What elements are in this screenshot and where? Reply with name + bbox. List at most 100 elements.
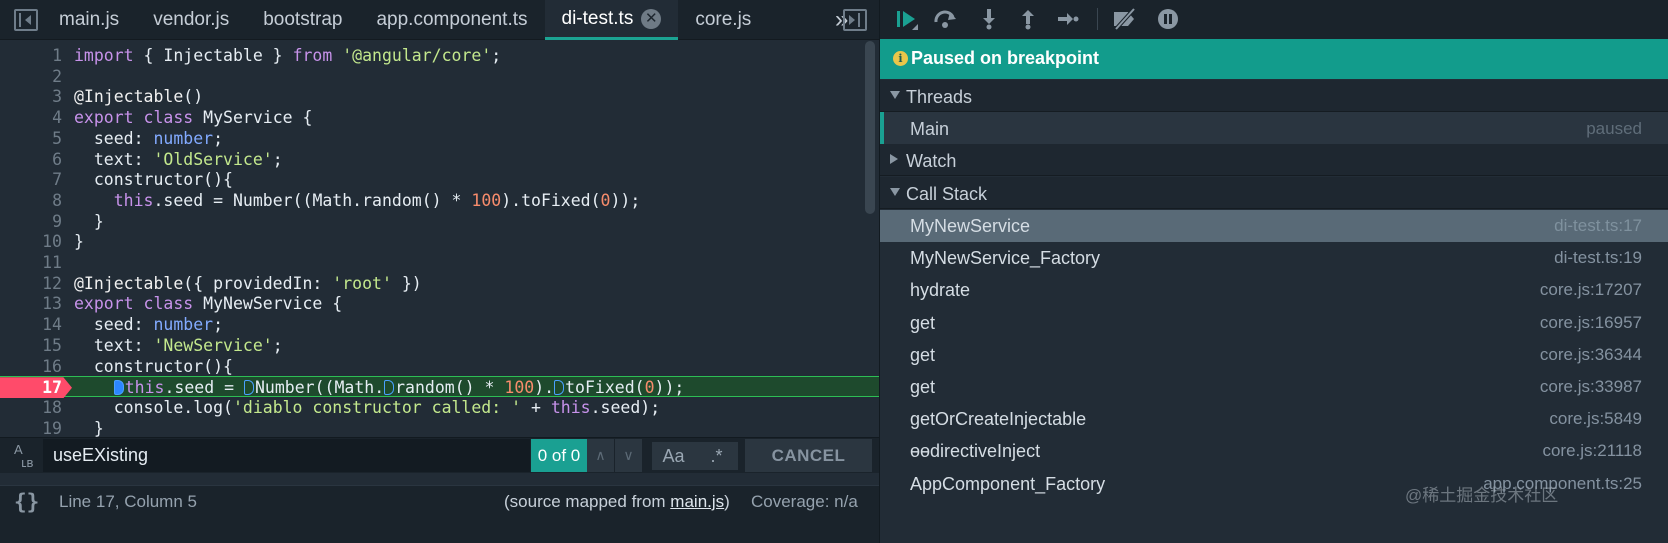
editor-tab[interactable]: main.js [42,0,136,40]
search-input[interactable] [43,439,530,472]
search-next-button[interactable]: ∨ [615,439,642,472]
code-line[interactable]: 5 seed: number; [0,128,920,149]
line-number[interactable]: 5 [0,128,62,149]
line-number[interactable]: 18 [0,397,62,418]
code-line[interactable]: 12 @Injectable({ providedIn: 'root' }) [0,273,920,294]
editor-tab-label: vendor.js [153,9,230,30]
line-number[interactable]: 16 [0,356,62,377]
line-number[interactable]: 8 [0,190,62,211]
thread-name: Main [910,119,950,139]
line-code: console.log('diablo constructor called: … [74,397,661,417]
code-line[interactable]: 4 export class MyService { [0,107,920,128]
editor-tab[interactable]: bootstrap [246,0,359,40]
frame-location: core.js:33987 [1539,377,1642,396]
step-out-icon[interactable] [1017,8,1039,30]
frame-function-name: AppComponent_Factory [910,473,1106,494]
line-number[interactable]: 11 [0,252,62,273]
call-stack-frame[interactable]: get core.js:16957 [880,307,1668,339]
code-line[interactable]: 19 } [0,418,920,439]
search-cancel-button[interactable]: CANCEL [745,439,872,472]
editor-status-bar: {} Line 17, Column 5 (source mapped from… [0,485,935,543]
source-map-link[interactable]: main.js [670,492,724,511]
pause-on-exceptions-icon[interactable] [1157,8,1179,30]
toggle-debugger-panel-icon[interactable] [843,9,867,31]
collapsed-caret-icon [890,154,898,164]
code-line[interactable]: 10} [0,231,920,252]
info-icon: i [893,51,908,66]
line-number[interactable]: 3 [0,86,62,107]
line-number[interactable]: 10 [0,231,62,252]
source-map-prefix: (source mapped from [504,492,671,511]
frame-location: core.js:16957 [1539,312,1642,332]
search-modifier-icon[interactable]: A ʟʙ [14,443,33,469]
thread-item-main[interactable]: Main paused [880,112,1668,144]
call-stack-frame[interactable]: MyNewService_Factory di-test.ts:19 [880,242,1668,274]
line-number[interactable]: 14 [0,314,62,335]
line-code: this.seed = Number((Math.random() * 100)… [74,377,684,398]
code-line[interactable]: 2 [0,66,920,87]
editor-tab-label: bootstrap [263,9,343,30]
call-stack-frame[interactable]: getOrCreateInjectable core.js:5849 [880,403,1668,435]
editor-tab[interactable]: vendor.js [136,0,246,40]
code-line-current[interactable]: 17 this.seed = Number((Math. random() * 1… [0,376,920,399]
code-line[interactable]: 6 text: 'OldService'; [0,149,920,170]
line-number[interactable]: 12 [0,273,62,294]
code-line[interactable]: 3 @Injectable() [0,86,920,107]
code-line[interactable]: 15 text: 'NewService'; [0,335,920,356]
editor-tab-bar: main.js vendor.js bootstrap app.component.t… [0,0,935,40]
deactivate-breakpoints-icon[interactable] [1112,8,1138,30]
match-case-button[interactable]: Aa [652,442,695,470]
frame-function-name: ɵɵdirectiveInject [910,441,1041,462]
code-line[interactable]: 14 seed: number; [0,314,920,335]
frame-location: core.js:36344 [1539,344,1642,364]
code-line[interactable]: 7 constructor(){ [0,169,920,190]
line-code: @Injectable() [74,87,204,107]
call-stack-frame[interactable]: hydrate core.js:17207 [880,274,1668,306]
call-stack-title: Call Stack [906,184,988,204]
line-number[interactable]: 2 [0,66,62,87]
call-stack-frame[interactable]: ɵɵdirectiveInject core.js:21118 [880,435,1668,467]
code-editor[interactable]: 1 import { Injectable } from '@angular/co… [0,41,935,465]
line-number[interactable]: 4 [0,107,62,128]
call-stack-frame[interactable]: get core.js:33987 [880,371,1668,403]
step-over-icon[interactable] [934,8,956,30]
step-icon[interactable] [1057,8,1079,30]
watch-section-header[interactable]: Watch [880,144,1668,176]
frame-location: core.js:21118 [1542,441,1642,461]
line-number[interactable]: 15 [0,335,62,356]
call-stack-section-header[interactable]: Call Stack [880,177,1668,209]
pretty-print-icon[interactable]: {} [14,490,39,514]
line-number[interactable]: 6 [0,149,62,170]
line-number[interactable]: 17 [0,377,62,398]
line-code: } [74,418,104,438]
code-line[interactable]: 16 constructor(){ [0,356,920,377]
line-code: seed: number; [74,315,224,335]
code-line[interactable]: 13 export class MyNewService { [0,293,920,314]
line-code: text: 'NewService'; [74,335,283,355]
code-line[interactable]: 1 import { Injectable } from '@angular/co… [0,45,920,66]
editor-tab[interactable]: core.js [678,0,768,40]
call-stack-frame[interactable]: MyNewService di-test.ts:17 [880,210,1668,242]
editor-tab[interactable]: app.component.ts [359,0,544,40]
search-prev-button[interactable]: ∧ [587,439,614,472]
editor-scrollbar[interactable] [865,41,875,214]
step-into-icon[interactable] [978,8,1000,30]
code-line[interactable]: 8 this.seed = Number((Math.random() * 10… [0,190,920,211]
line-number[interactable]: 1 [0,45,62,66]
line-number[interactable]: 19 [0,418,62,439]
line-number[interactable]: 13 [0,293,62,314]
toggle-sources-panel-icon[interactable] [14,9,38,31]
frame-location: core.js:5849 [1549,409,1642,429]
close-tab-icon[interactable]: ✕ [641,8,662,29]
code-line[interactable]: 9 } [0,211,920,232]
editor-tab[interactable]: di-test.ts ✕ [544,0,679,40]
line-number[interactable]: 7 [0,169,62,190]
line-number[interactable]: 9 [0,211,62,232]
threads-title: Threads [906,87,973,107]
call-stack-frame[interactable]: get core.js:36344 [880,339,1668,371]
resume-icon[interactable] [896,8,918,30]
code-line[interactable]: 18 console.log('diablo constructor calle… [0,397,920,418]
regex-button[interactable]: .* [695,442,738,470]
code-line[interactable]: 11 [0,252,920,273]
threads-section-header[interactable]: Threads [880,80,1668,112]
